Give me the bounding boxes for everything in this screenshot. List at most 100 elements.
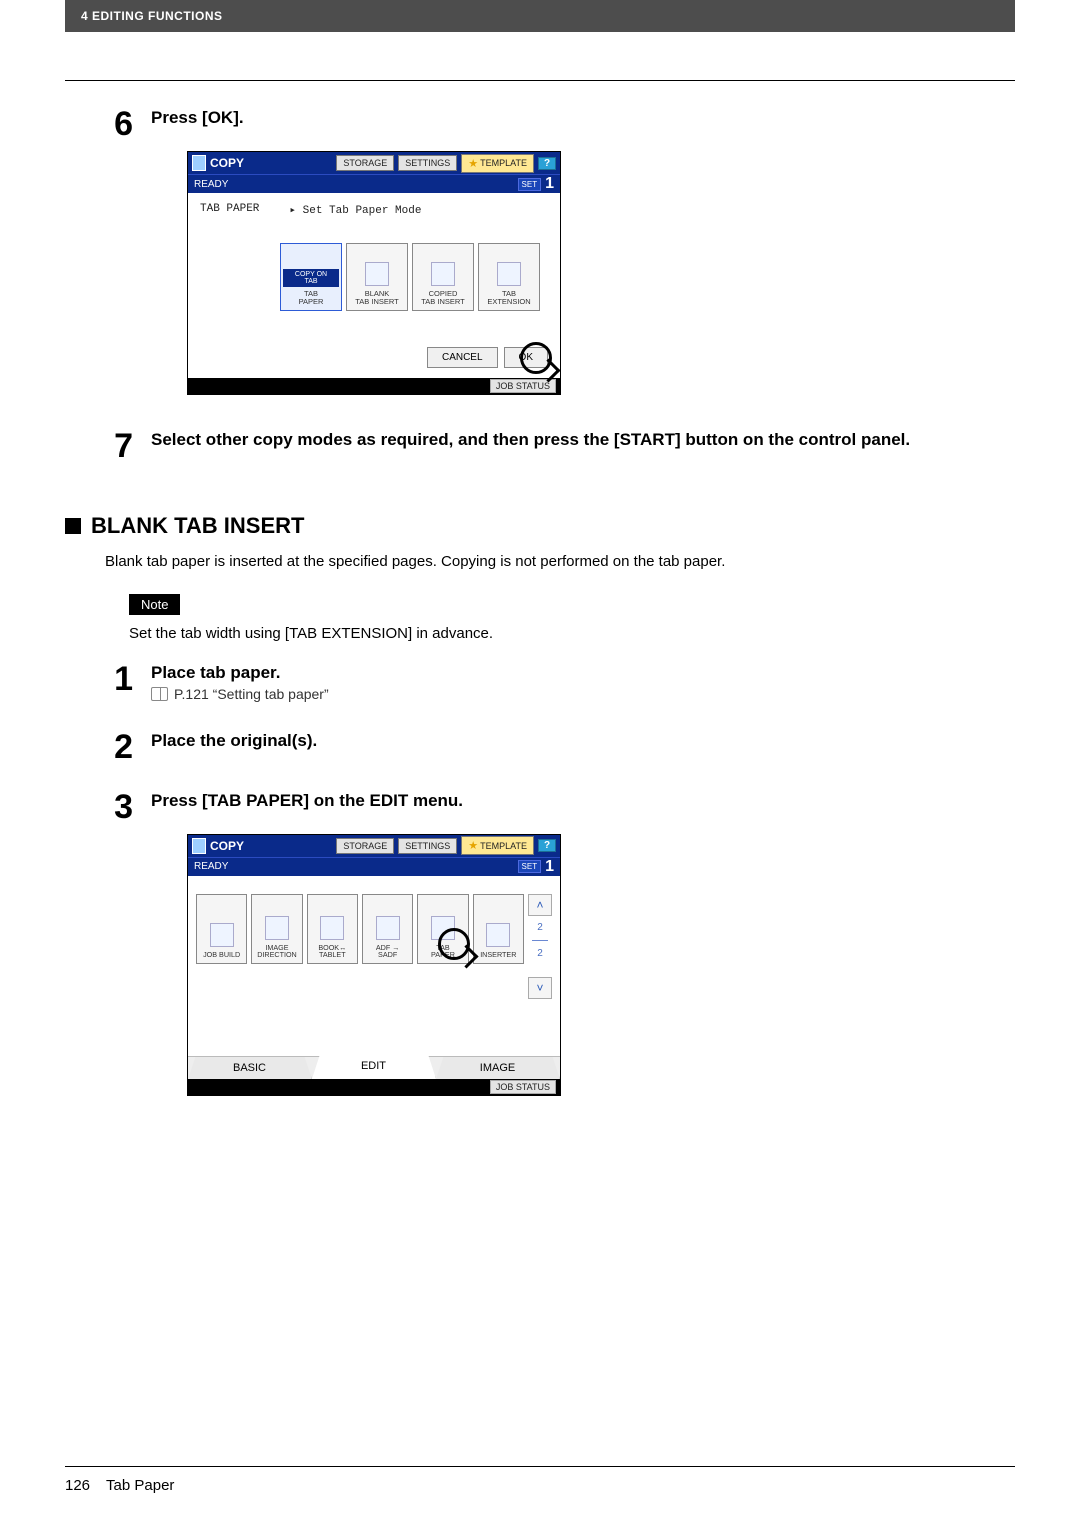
option-label: IMAGE DIRECTION — [257, 944, 297, 959]
adf-sadf-icon — [376, 916, 400, 940]
panel-hint: ▸ Set Tab Paper Mode — [289, 203, 421, 217]
status-ready: READY — [194, 179, 228, 190]
shot1-statusbar: READY SET 1 — [188, 174, 560, 193]
substep-3: 3 Press [TAB PAPER] on the EDIT menu. — [65, 790, 1015, 824]
step-number: 6 — [65, 107, 133, 141]
settings-button[interactable]: SETTINGS — [398, 838, 457, 854]
page-scroll: ˄ 2 2 ˅ — [528, 894, 552, 999]
shot2-statusbar: READY SET 1 — [188, 857, 560, 876]
step-number: 3 — [65, 790, 133, 824]
shot2-body: JOB BUILD IMAGE DIRECTION BOOK↔ TABLET A… — [188, 876, 560, 1056]
option-copy-on-tab-bottom: TAB PAPER — [299, 290, 324, 306]
option-tab-ext-label: TAB EXTENSION — [487, 290, 530, 306]
template-label: TEMPLATE — [480, 841, 527, 851]
page-number: 126 — [65, 1477, 90, 1494]
option-image-direction[interactable]: IMAGE DIRECTION — [251, 894, 302, 964]
step-number: 2 — [65, 730, 133, 764]
shot2-job-status-bar: JOB STATUS — [188, 1079, 560, 1095]
tab-basic[interactable]: BASIC — [188, 1057, 312, 1079]
status-set: SET — [518, 178, 542, 191]
option-copy-on-tab-top: COPY ON TAB — [283, 269, 339, 288]
step-reference: P.121 “Setting tab paper” — [151, 685, 1015, 704]
shot1-titlebar: COPY STORAGE SETTINGS ★TEMPLATE ? — [188, 152, 560, 174]
option-label: TAB PAPER — [431, 944, 455, 959]
page-current: 2 — [537, 922, 543, 933]
option-label: BOOK↔ TABLET — [318, 944, 346, 959]
option-label: INSERTER — [480, 951, 516, 959]
step-title: Press [OK]. — [151, 107, 1015, 130]
option-tab-extension[interactable]: TAB EXTENSION — [478, 243, 540, 311]
help-button[interactable]: ? — [538, 839, 556, 852]
ok-button[interactable]: OK — [504, 347, 548, 368]
image-direction-icon — [265, 916, 289, 940]
option-copy-on-tab[interactable]: COPY ON TAB TAB PAPER — [280, 243, 342, 311]
step-7: 7 Select other copy modes as required, a… — [65, 429, 1015, 463]
breadcrumb-text: 4 EDITING FUNCTIONS — [81, 9, 223, 23]
step-title: Place tab paper. — [151, 662, 1015, 685]
option-label: JOB BUILD — [203, 951, 240, 959]
tab-paper-icon — [431, 916, 455, 940]
job-status-button[interactable]: JOB STATUS — [490, 1080, 556, 1094]
status-count: 1 — [545, 175, 554, 193]
option-copied-tab-insert[interactable]: COPIED TAB INSERT — [412, 243, 474, 311]
settings-button[interactable]: SETTINGS — [398, 155, 457, 171]
step-number: 1 — [65, 662, 133, 704]
panel-label: TAB PAPER — [200, 203, 259, 217]
page-total: 2 — [537, 948, 543, 959]
shot1-body: TAB PAPER ▸ Set Tab Paper Mode COPY ON T… — [188, 193, 560, 378]
option-label: ADF → SADF — [376, 944, 400, 959]
note-badge: Note — [129, 594, 180, 615]
step-title: Select other copy modes as required, and… — [151, 429, 1015, 452]
footer-title: Tab Paper — [106, 1477, 174, 1494]
book-tablet-icon — [320, 916, 344, 940]
status-count: 1 — [545, 858, 554, 876]
template-label: TEMPLATE — [480, 158, 527, 168]
option-adf-sadf[interactable]: ADF → SADF — [362, 894, 413, 964]
option-book-tablet[interactable]: BOOK↔ TABLET — [307, 894, 358, 964]
copy-icon — [192, 838, 206, 854]
reference-text: P.121 “Setting tab paper” — [174, 685, 329, 704]
star-icon: ★ — [468, 157, 478, 170]
status-ready: READY — [194, 861, 228, 872]
page-body: 6 Press [OK]. COPY STORAGE SETTINGS ★TEM… — [65, 32, 1015, 1528]
scroll-up-button[interactable]: ˄ — [528, 894, 552, 916]
shot2-title: COPY — [210, 839, 244, 853]
screenshot-edit-menu: COPY STORAGE SETTINGS ★TEMPLATE ? READY … — [187, 834, 561, 1096]
help-button[interactable]: ? — [538, 157, 556, 170]
step-title: Press [TAB PAPER] on the EDIT menu. — [151, 790, 1015, 813]
star-icon: ★ — [468, 839, 478, 852]
status-set: SET — [518, 860, 542, 873]
tab-image[interactable]: IMAGE — [436, 1057, 560, 1079]
shot1-job-status-bar: JOB STATUS — [188, 378, 560, 394]
storage-button[interactable]: STORAGE — [336, 838, 394, 854]
chapter-header: 4 EDITING FUNCTIONS — [65, 0, 1015, 32]
step-number: 7 — [65, 429, 133, 463]
substep-1: 1 Place tab paper. P.121 “Setting tab pa… — [65, 662, 1015, 704]
option-blank-tab-insert[interactable]: BLANK TAB INSERT — [346, 243, 408, 311]
substep-2: 2 Place the original(s). — [65, 730, 1015, 764]
step-title: Place the original(s). — [151, 730, 1015, 753]
storage-button[interactable]: STORAGE — [336, 155, 394, 171]
top-rule — [65, 80, 1015, 81]
scroll-down-button[interactable]: ˅ — [528, 977, 552, 999]
inserter-icon — [486, 923, 510, 947]
step-6: 6 Press [OK]. — [65, 107, 1015, 141]
cancel-button[interactable]: CANCEL — [427, 347, 498, 368]
page-divider — [532, 940, 548, 941]
section-heading: BLANK TAB INSERT — [65, 513, 1015, 539]
section-desc: Blank tab paper is inserted at the speci… — [105, 553, 1015, 570]
tab-extension-icon — [497, 262, 521, 286]
option-inserter[interactable]: INSERTER — [473, 894, 524, 964]
page-footer: 126 Tab Paper — [65, 1466, 1015, 1494]
template-button[interactable]: ★TEMPLATE — [461, 836, 534, 855]
option-copied-label: COPIED TAB INSERT — [421, 290, 464, 306]
template-button[interactable]: ★TEMPLATE — [461, 154, 534, 173]
section-title: BLANK TAB INSERT — [91, 513, 304, 539]
shot2-titlebar: COPY STORAGE SETTINGS ★TEMPLATE ? — [188, 835, 560, 857]
tab-edit[interactable]: EDIT — [312, 1056, 436, 1079]
job-status-button[interactable]: JOB STATUS — [490, 379, 556, 393]
option-tab-paper[interactable]: TAB PAPER — [417, 894, 468, 964]
square-bullet-icon — [65, 518, 81, 534]
option-blank-label: BLANK TAB INSERT — [355, 290, 398, 306]
option-job-build[interactable]: JOB BUILD — [196, 894, 247, 964]
